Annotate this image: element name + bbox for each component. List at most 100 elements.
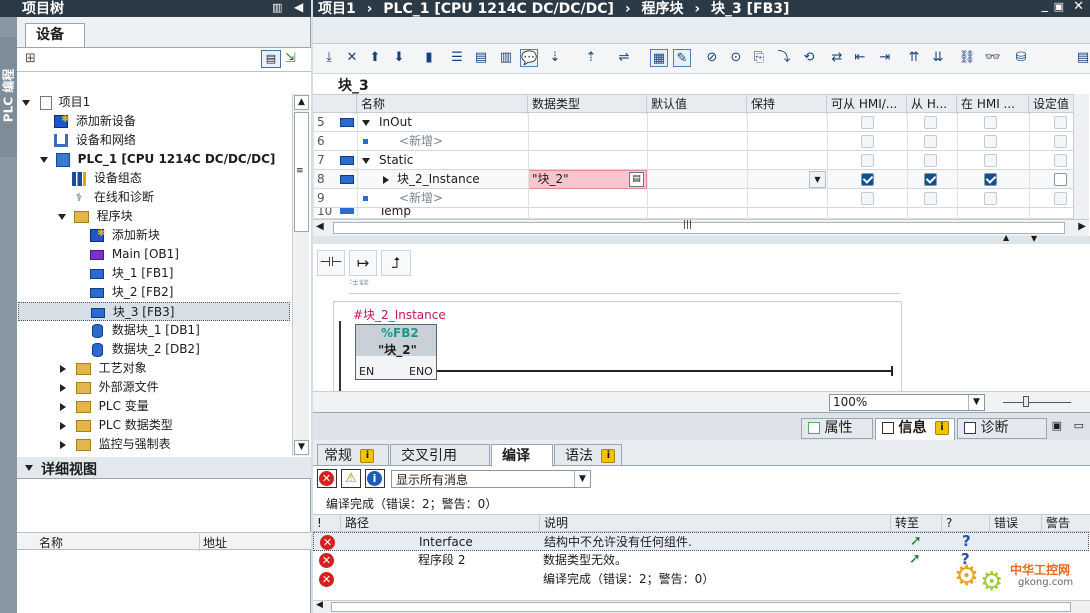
col-severity[interactable]: ! xyxy=(313,515,341,532)
interface-row-add[interactable]: 6 <新增> xyxy=(313,132,1089,151)
align-left-icon[interactable]: ☰ xyxy=(448,49,466,67)
export-icon[interactable]: ⇲ xyxy=(285,51,296,66)
interface-row-instance[interactable]: 8 块_2_Instance "块_2" ▤ ▼ xyxy=(313,170,1089,189)
move-down-icon[interactable]: ⬇ xyxy=(390,49,408,67)
chevron-down-icon[interactable]: ▼ xyxy=(968,395,984,410)
param-name[interactable]: Static xyxy=(379,151,413,170)
disabled-checkbox[interactable] xyxy=(924,135,937,148)
interface-row-temp[interactable]: 10 Temp xyxy=(313,208,1089,219)
network-delete-icon[interactable]: ▥ xyxy=(497,49,515,67)
tab-properties[interactable]: 属性 xyxy=(801,418,873,439)
param-name[interactable]: Temp xyxy=(379,208,411,218)
splitter-down-icon[interactable]: ▼ xyxy=(1031,234,1037,243)
disabled-checkbox[interactable] xyxy=(861,135,874,148)
copy-snapshot-icon[interactable]: ⎘ xyxy=(750,49,768,67)
network-insert-icon[interactable]: ▤ xyxy=(472,49,490,67)
expand-icon[interactable] xyxy=(60,402,66,411)
interface-row-add[interactable]: 9 <新增> xyxy=(313,189,1089,208)
messages-hscrollbar[interactable]: ◀ xyxy=(313,600,1090,613)
tree-item-add-device[interactable]: ✱ 添加新设备 xyxy=(54,112,136,131)
hmi-write-checkbox[interactable] xyxy=(924,173,937,186)
filter-warnings-icon[interactable]: ⚠ xyxy=(341,469,361,488)
load-icon[interactable]: ⤵ xyxy=(775,49,793,67)
restore-icon[interactable]: ▣ xyxy=(1054,0,1064,13)
zoom-slider[interactable] xyxy=(1003,402,1071,403)
goto-icon[interactable]: ⇈ xyxy=(905,49,923,67)
col-name[interactable]: 名称 xyxy=(357,95,528,114)
help-icon[interactable]: ? xyxy=(962,532,971,551)
scroll-thumb[interactable] xyxy=(333,222,1065,234)
collapse-icon[interactable] xyxy=(25,465,33,471)
contact-icon[interactable]: ⊣⊢ xyxy=(317,250,345,276)
tree-item-plc-tags[interactable]: PLC 变量 xyxy=(60,397,149,416)
col-name[interactable]: 名称 xyxy=(39,534,63,551)
tree-scrollbar[interactable]: ▲ ≡ ▼ xyxy=(292,94,309,456)
tree-item-ext-sources[interactable]: 外部源文件 xyxy=(60,378,159,397)
setpoint-checkbox[interactable] xyxy=(1054,173,1067,186)
message-row[interactable]: ✕ Interface 结构中不允许没有任何组件. ➚ ? xyxy=(313,532,1089,551)
first-error-icon[interactable]: ⇤ xyxy=(851,49,869,67)
tree-item-db1[interactable]: 数据块_1 [DB1] xyxy=(92,321,200,340)
expand-icon[interactable] xyxy=(362,158,370,164)
col-warnings[interactable]: 警告 xyxy=(1042,515,1090,532)
tab-diagnostics[interactable]: 诊断 xyxy=(957,418,1047,439)
col-address[interactable]: 地址 xyxy=(199,534,227,551)
expand-icon[interactable] xyxy=(60,421,66,430)
fb-box[interactable]: %FB2 "块_2" EN ENO xyxy=(355,324,437,380)
glasses-icon[interactable]: 👓 xyxy=(984,49,1002,67)
chevron-down-icon[interactable]: ▼ xyxy=(574,471,590,487)
detail-view-header[interactable]: 详细视图 xyxy=(17,457,311,479)
tree-item-db2[interactable]: 数据块_2 [DB2] xyxy=(92,340,200,359)
tab-info[interactable]: 信息 i xyxy=(875,418,955,440)
network-comment[interactable]: 注释 xyxy=(349,276,369,285)
menu-icon[interactable]: ▤ xyxy=(1074,49,1090,67)
col-errors[interactable]: 错误 xyxy=(990,515,1042,532)
tree-item-online-diag[interactable]: ⚕ 在线和诊断 xyxy=(72,188,154,207)
scroll-down-icon[interactable]: ▼ xyxy=(294,440,309,455)
splitter[interactable]: ▲ ▼ xyxy=(313,233,1090,244)
device-tab[interactable]: 设备 xyxy=(25,23,85,47)
add-new-placeholder[interactable]: <新增> xyxy=(399,132,443,151)
col-hmi-visible[interactable]: 在 HMI ... xyxy=(957,95,1029,114)
add-new-placeholder[interactable]: <新增> xyxy=(399,189,443,208)
goto-arrow-icon[interactable]: ➚ xyxy=(909,550,921,569)
plc-db-icon[interactable]: ⛁ xyxy=(1012,49,1030,67)
splitter-up-icon[interactable]: ▲ xyxy=(1003,233,1009,242)
jump-icon[interactable]: ⇄ xyxy=(828,49,846,67)
hmi-access-checkbox[interactable] xyxy=(861,173,874,186)
zoom-slider-thumb[interactable] xyxy=(1023,396,1029,407)
disabled-checkbox[interactable] xyxy=(861,154,874,167)
scroll-left-icon[interactable]: ◀ xyxy=(316,221,324,232)
expand-icon[interactable] xyxy=(60,364,66,373)
col-default[interactable]: 默认值 xyxy=(647,95,747,114)
disabled-checkbox[interactable] xyxy=(984,154,997,167)
disabled-checkbox[interactable] xyxy=(984,116,997,129)
goto-arrow-icon[interactable]: ➚ xyxy=(910,532,922,551)
disabled-checkbox[interactable] xyxy=(1054,154,1067,167)
interface-vscrollbar[interactable] xyxy=(1073,94,1089,219)
col-goto[interactable]: 转至 xyxy=(891,515,942,532)
prev-icon[interactable]: ⇊ xyxy=(929,49,947,67)
disabled-checkbox[interactable] xyxy=(924,116,937,129)
tree-item-main-ob1[interactable]: Main [OB1] xyxy=(90,245,179,264)
collapse-all-icon[interactable]: ⇡ xyxy=(582,49,600,67)
col-hmi-write[interactable]: 从 H... xyxy=(907,95,957,114)
col-retain[interactable]: 保持 xyxy=(747,95,827,114)
tree-item-project[interactable]: 项目1 xyxy=(22,93,90,112)
interface-row-inout[interactable]: 5 InOut xyxy=(313,113,1089,132)
message-filter-select[interactable]: 显示所有消息 ▼ xyxy=(391,470,591,488)
param-name[interactable]: InOut xyxy=(379,113,412,132)
expand-icon[interactable] xyxy=(60,383,66,392)
disabled-checkbox[interactable] xyxy=(984,135,997,148)
branch-open-icon[interactable]: ↦ xyxy=(349,250,377,276)
tree-item-plc1[interactable]: PLC_1 [CPU 1214C DC/DC/DC] xyxy=(40,150,275,169)
expand-icon[interactable] xyxy=(362,120,370,126)
tree-item-watch-tables[interactable]: 监控与强制表 xyxy=(60,435,171,454)
absolute-address-icon[interactable]: ⇌ xyxy=(615,49,633,67)
disabled-checkbox[interactable] xyxy=(1054,135,1067,148)
tree-item-plc-types[interactable]: PLC 数据类型 xyxy=(60,416,173,435)
datatype-value[interactable]: "块_2" xyxy=(532,170,569,189)
filter-info-icon[interactable]: i xyxy=(365,469,385,488)
tab-compile[interactable]: 编译 xyxy=(491,444,553,467)
next-error-icon[interactable]: ⇥ xyxy=(876,49,894,67)
